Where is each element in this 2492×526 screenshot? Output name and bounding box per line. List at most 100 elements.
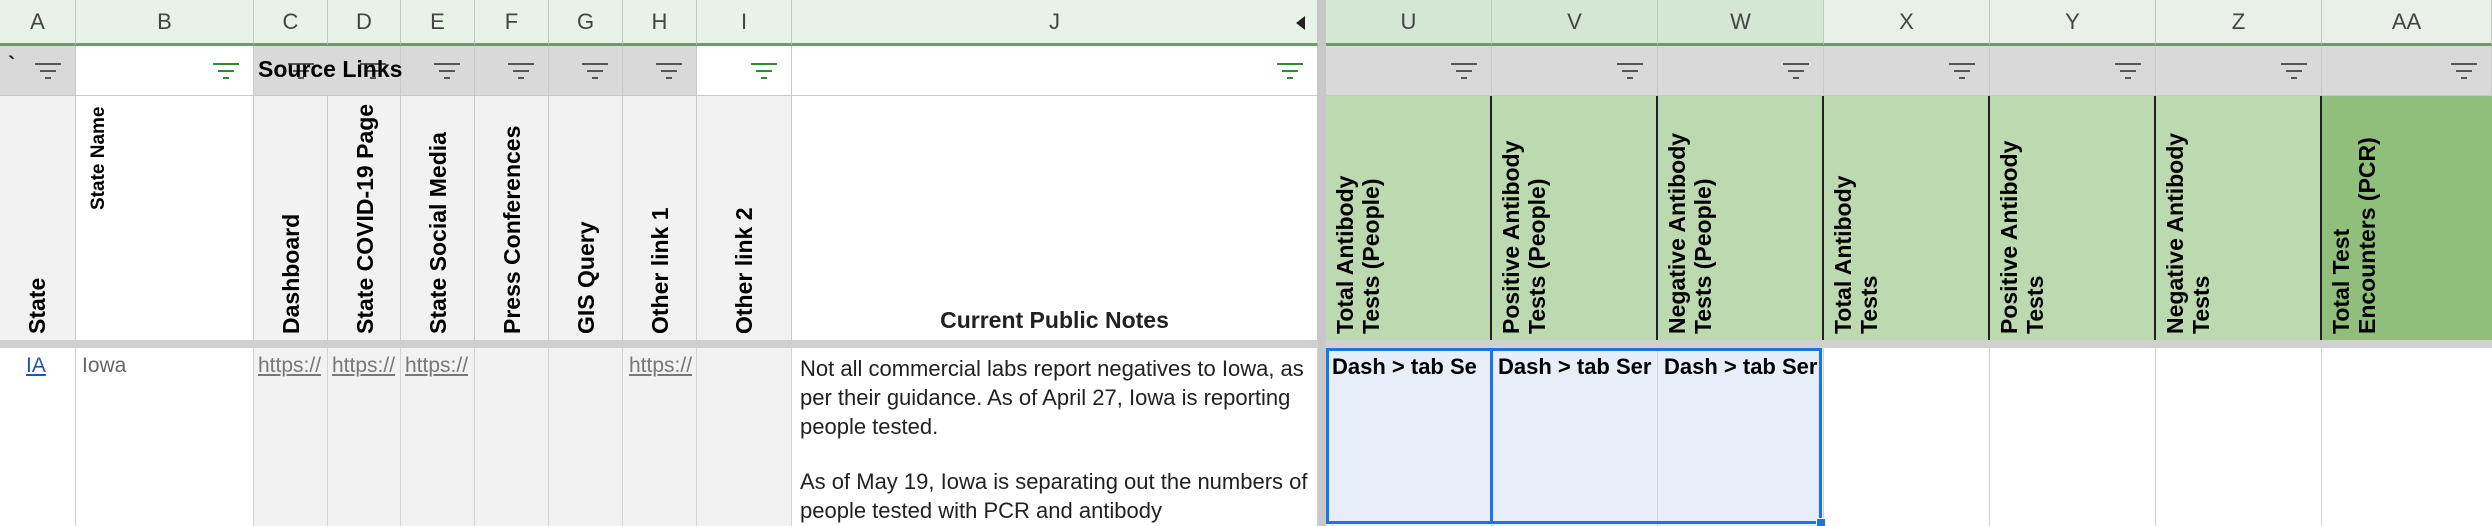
column-header-z[interactable]: Z: [2156, 0, 2322, 46]
cell-press[interactable]: [475, 348, 549, 526]
header-cell-state-name[interactable]: State Name: [76, 96, 254, 340]
header-cell-state[interactable]: State: [0, 96, 76, 340]
filter-cell-e[interactable]: [401, 46, 475, 96]
filter-cell-u[interactable]: [1326, 46, 1492, 96]
cell-other2[interactable]: [697, 348, 792, 526]
filter-icon[interactable]: [434, 63, 460, 79]
header-other1: Other link 1: [647, 207, 673, 334]
filter-icon[interactable]: [1451, 63, 1477, 79]
filter-cell-g[interactable]: [549, 46, 623, 96]
cell-total-test-encounters[interactable]: [2322, 348, 2492, 526]
column-header-i[interactable]: I: [697, 0, 792, 46]
other1-link[interactable]: https://: [629, 354, 692, 378]
header-cell-positive-antibody-people[interactable]: Positive Antibody Tests (People): [1492, 96, 1658, 340]
column-header-x[interactable]: X: [1824, 0, 1990, 46]
header-notes: Current Public Notes: [940, 307, 1169, 333]
header-cell-negative-antibody-people[interactable]: Negative Antibody Tests (People): [1658, 96, 1824, 340]
header-cell-other2[interactable]: Other link 2: [697, 96, 792, 340]
collapse-arrow-icon[interactable]: [1295, 16, 1307, 30]
column-header-j[interactable]: J: [792, 0, 1318, 46]
header-cell-covid-page[interactable]: State COVID-19 Page: [328, 96, 401, 340]
cell-dashboard[interactable]: https://: [254, 348, 328, 526]
cell-total-antibody-tests[interactable]: [1824, 348, 1990, 526]
filter-icon[interactable]: [2281, 63, 2307, 79]
column-header-c[interactable]: C: [254, 0, 328, 46]
filter-cell-v[interactable]: [1492, 46, 1658, 96]
header-cell-negative-antibody-tests[interactable]: Negative Antibody Tests: [2156, 96, 2322, 340]
header-other2: Other link 2: [731, 207, 757, 334]
frozen-column-divider[interactable]: [1318, 0, 1326, 526]
column-header-aa[interactable]: AA: [2322, 0, 2492, 46]
header-cell-total-antibody-tests[interactable]: Total Antibody Tests: [1824, 96, 1990, 340]
header-cell-positive-antibody-tests[interactable]: Positive Antibody Tests: [1990, 96, 2156, 340]
cell-state-name[interactable]: Iowa: [76, 348, 254, 526]
cell-positive-antibody-people[interactable]: Dash > tab Ser: [1492, 348, 1658, 526]
filter-icon[interactable]: [2451, 63, 2477, 79]
column-header-v[interactable]: V: [1492, 0, 1658, 46]
filter-icon[interactable]: [656, 63, 682, 79]
cell-u-value: Dash > tab Se: [1332, 354, 1477, 379]
filter-icon[interactable]: [508, 63, 534, 79]
state-name-value: Iowa: [82, 354, 127, 377]
column-header-w[interactable]: W: [1658, 0, 1824, 46]
filter-cell-b[interactable]: [76, 46, 254, 96]
column-header-d[interactable]: D: [328, 0, 401, 46]
filter-icon[interactable]: [1277, 63, 1303, 79]
header-gis: GIS Query: [573, 221, 599, 334]
cell-notes[interactable]: Not all commercial labs report negatives…: [792, 348, 1318, 526]
column-header-u[interactable]: U: [1326, 0, 1492, 46]
social-media-link[interactable]: https://: [405, 354, 468, 378]
header-state: State: [24, 277, 50, 334]
filter-icon[interactable]: [751, 63, 777, 79]
filter-icon[interactable]: [2115, 63, 2141, 79]
dashboard-link[interactable]: https://: [258, 354, 321, 378]
filter-icon[interactable]: [1617, 63, 1643, 79]
cell-covid-page[interactable]: https://: [328, 348, 401, 526]
column-header-a[interactable]: A: [0, 0, 76, 46]
filter-cell-i[interactable]: [697, 46, 792, 96]
cell-other1[interactable]: https://: [623, 348, 697, 526]
filter-cell-aa[interactable]: [2322, 46, 2492, 96]
filter-icon[interactable]: [213, 63, 239, 79]
filter-icon[interactable]: [582, 63, 608, 79]
column-header-b[interactable]: B: [76, 0, 254, 46]
filter-cell-z[interactable]: [2156, 46, 2322, 96]
covid-page-link[interactable]: https://: [332, 354, 395, 378]
header-x-line2: Tests: [1856, 275, 1882, 334]
header-cell-social-media[interactable]: State Social Media: [401, 96, 475, 340]
header-cell-notes[interactable]: Current Public Notes: [792, 96, 1318, 340]
cell-total-antibody-people[interactable]: Dash > tab Se: [1326, 348, 1492, 526]
notes-paragraph-1: Not all commercial labs report negatives…: [800, 356, 1304, 439]
filter-cell-h[interactable]: [623, 46, 697, 96]
header-cell-total-antibody-people[interactable]: Total Antibody Tests (People): [1326, 96, 1492, 340]
filter-icon[interactable]: [1783, 63, 1809, 79]
filter-cell-a[interactable]: `: [0, 46, 76, 96]
column-header-f[interactable]: F: [475, 0, 549, 46]
filter-cell-y[interactable]: [1990, 46, 2156, 96]
filter-icon[interactable]: [1949, 63, 1975, 79]
column-header-y[interactable]: Y: [1990, 0, 2156, 46]
cell-state[interactable]: IA: [0, 348, 76, 526]
fill-handle[interactable]: [1816, 518, 1826, 526]
cell-positive-antibody-tests[interactable]: [1990, 348, 2156, 526]
filter-cell-x[interactable]: [1824, 46, 1990, 96]
filter-cell-f[interactable]: [475, 46, 549, 96]
column-header-h[interactable]: H: [623, 0, 697, 46]
header-social-media: State Social Media: [425, 132, 451, 334]
header-cell-total-test-encounters[interactable]: Total Test Encounters (PCR): [2322, 96, 2492, 340]
cell-negative-antibody-tests[interactable]: [2156, 348, 2322, 526]
cell-gis[interactable]: [549, 348, 623, 526]
cell-negative-antibody-people[interactable]: Dash > tab Ser: [1658, 348, 1824, 526]
filter-cell-j[interactable]: [792, 46, 1318, 96]
header-cell-press[interactable]: Press Conferences: [475, 96, 549, 340]
header-cell-other1[interactable]: Other link 1: [623, 96, 697, 340]
header-cell-dashboard[interactable]: Dashboard: [254, 96, 328, 340]
header-cell-gis[interactable]: GIS Query: [549, 96, 623, 340]
cell-social-media[interactable]: https://: [401, 348, 475, 526]
column-header-e[interactable]: E: [401, 0, 475, 46]
column-header-g[interactable]: G: [549, 0, 623, 46]
filter-icon[interactable]: [35, 63, 61, 79]
header-aa-line1: Total Test: [2328, 228, 2354, 334]
state-link[interactable]: IA: [26, 354, 46, 378]
filter-cell-w[interactable]: [1658, 46, 1824, 96]
